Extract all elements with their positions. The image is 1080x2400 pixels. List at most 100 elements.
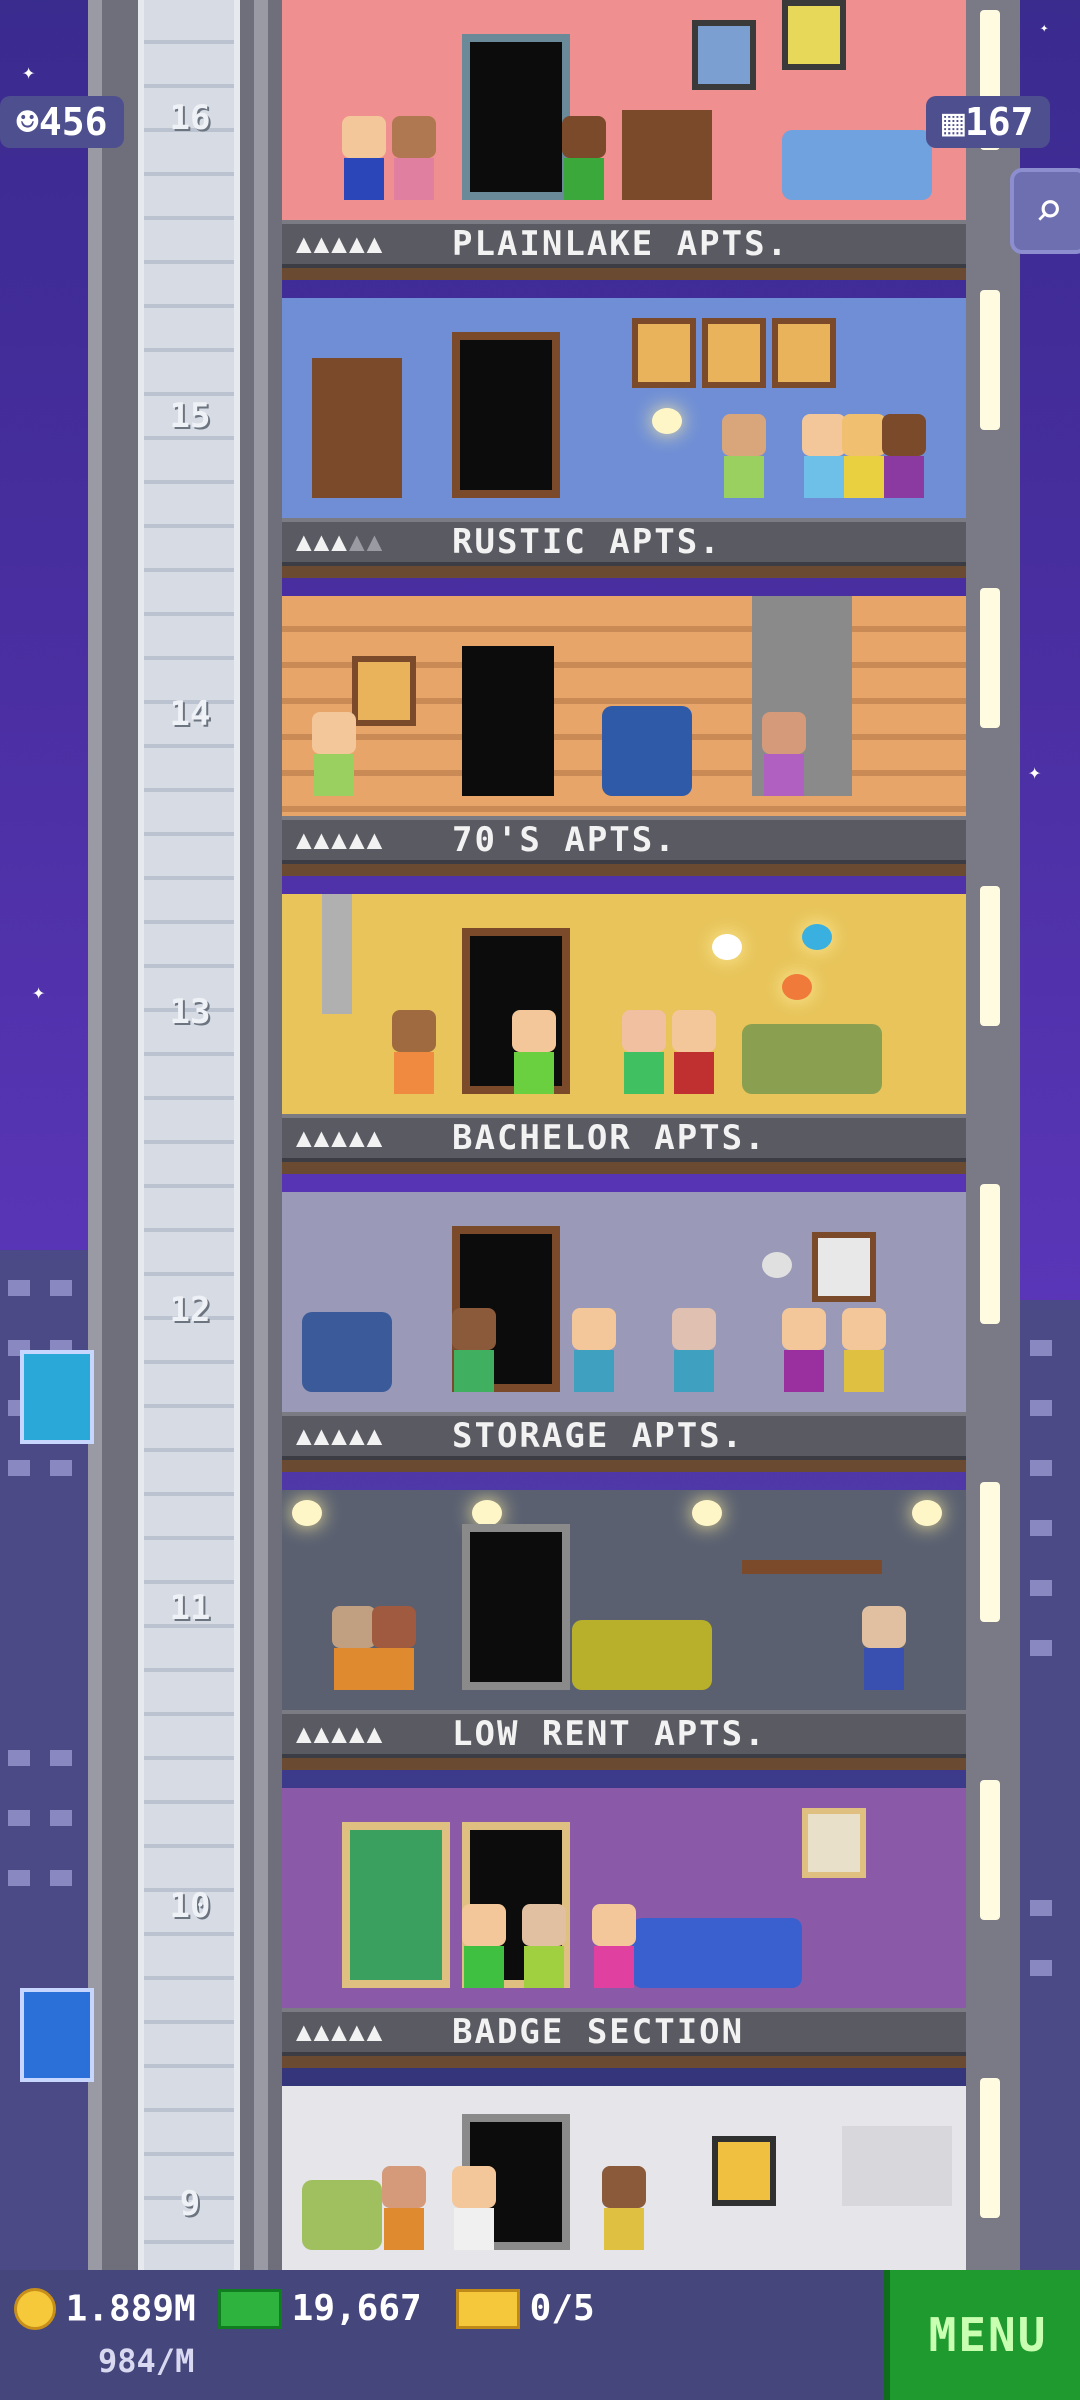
floor-label-bar[interactable]: ▲▲▲▲▲ 70'S APTS.: [282, 816, 966, 864]
resident[interactable]: [392, 1010, 436, 1094]
bookshelf: [622, 110, 712, 200]
door: [462, 1524, 570, 1690]
floor-number: 16: [169, 98, 211, 138]
floor-name: PLAINLAKE APTS.: [452, 224, 790, 264]
floor-label-bar[interactable]: ▲▲▲▲▲ PLAINLAKE APTS.: [282, 220, 966, 268]
resident[interactable]: [452, 2166, 496, 2250]
floor-number: 11: [169, 1588, 211, 1628]
resident[interactable]: [622, 1010, 666, 1094]
floor-15[interactable]: ▲▲▲▲▲ RUSTIC APTS.: [282, 298, 966, 596]
resident[interactable]: [342, 116, 386, 200]
floor-13[interactable]: ▲▲▲▲▲ BACHELOR APTS.: [282, 894, 966, 1192]
resident[interactable]: [862, 1606, 906, 1690]
resident[interactable]: [802, 414, 846, 498]
floor-10[interactable]: ▲▲▲▲▲ BADGE SECTION: [282, 1788, 966, 2086]
floor-stars: ▲▲▲▲▲: [296, 522, 384, 562]
room-interior[interactable]: [282, 596, 966, 816]
resident[interactable]: [312, 712, 356, 796]
floor-number: 13: [169, 992, 211, 1032]
resident[interactable]: [382, 2166, 426, 2250]
resident[interactable]: [562, 116, 606, 200]
floor-name: STORAGE APTS.: [452, 1416, 745, 1456]
bux-icon: [218, 2288, 282, 2329]
ceiling-light: [472, 1500, 502, 1526]
star-icon: ✦: [1028, 760, 1042, 785]
resident[interactable]: [372, 1606, 416, 1690]
floor-14[interactable]: ▲▲▲▲▲ 70'S APTS.: [282, 596, 966, 894]
room-interior[interactable]: [282, 1490, 966, 1710]
magnifier-icon: ⌕: [1034, 182, 1064, 238]
door: [462, 34, 570, 200]
floor-11[interactable]: ▲▲▲▲▲ LOW RENT APTS.: [282, 1490, 966, 1788]
resident[interactable]: [572, 1308, 616, 1392]
coins-display[interactable]: 1.889M: [14, 2288, 196, 2330]
picture-frame: [712, 2136, 776, 2206]
bux-display[interactable]: 19,667: [218, 2288, 422, 2329]
floor-label-bar[interactable]: ▲▲▲▲▲ RUSTIC APTS.: [282, 518, 966, 566]
floor-divider: [282, 2056, 966, 2068]
document-icon[interactable]: [20, 1988, 94, 2082]
floor-number: 14: [169, 694, 211, 734]
floor-number: 10: [169, 1886, 211, 1926]
floor-label-bar[interactable]: ▲▲▲▲▲ LOW RENT APTS.: [282, 1710, 966, 1758]
coins-rate-value: 984/M: [98, 2342, 195, 2380]
tickets-value: 0/5: [529, 2288, 595, 2329]
building-icon: ▦: [942, 100, 965, 144]
resident[interactable]: [592, 1904, 636, 1988]
star-icon: ✦: [22, 60, 36, 85]
armchair: [302, 2180, 382, 2250]
floor-number: 9: [179, 2184, 201, 2224]
elevator-car[interactable]: [138, 0, 240, 2270]
room-interior[interactable]: [282, 0, 966, 220]
population-counter[interactable]: ☻456: [0, 96, 124, 148]
floors-value: 167: [964, 100, 1034, 144]
search-button[interactable]: ⌕: [1010, 168, 1080, 254]
resident[interactable]: [722, 414, 766, 498]
floor-16[interactable]: ▲▲▲▲▲ PLAINLAKE APTS.: [282, 0, 966, 298]
resident[interactable]: [602, 2166, 646, 2250]
floor-stars: ▲▲▲▲▲: [296, 229, 385, 259]
floor-9[interactable]: [282, 2086, 966, 2270]
lamp: [652, 408, 682, 434]
resident[interactable]: [522, 1904, 566, 1988]
coin-icon: [14, 2288, 56, 2330]
resident[interactable]: [672, 1308, 716, 1392]
floor-label-bar[interactable]: ▲▲▲▲▲ STORAGE APTS.: [282, 1412, 966, 1460]
person-icon: ☻: [16, 100, 39, 144]
stove-pipe: [322, 894, 352, 1014]
tickets-display[interactable]: 0/5: [456, 2288, 595, 2329]
resident[interactable]: [672, 1010, 716, 1094]
resident[interactable]: [462, 1904, 506, 1988]
ceiling-light: [292, 1500, 322, 1526]
sofa: [742, 1024, 882, 1094]
room-interior[interactable]: [282, 1788, 966, 2008]
wall-shelf: [742, 1560, 882, 1574]
food-icon[interactable]: [20, 1350, 94, 1444]
room-interior[interactable]: [282, 2086, 966, 2270]
floor-12[interactable]: ▲▲▲▲▲ STORAGE APTS.: [282, 1192, 966, 1490]
door: [462, 646, 554, 796]
room-interior[interactable]: [282, 298, 966, 518]
sofa: [782, 130, 932, 200]
city-background-right: [1020, 0, 1080, 2400]
resident[interactable]: [392, 116, 436, 200]
resident[interactable]: [842, 1308, 886, 1392]
floor-label-bar[interactable]: ▲▲▲▲▲ BADGE SECTION: [282, 2008, 966, 2056]
floors-counter[interactable]: ▦167: [926, 96, 1050, 148]
resident[interactable]: [332, 1606, 376, 1690]
menu-button[interactable]: MENU: [884, 2270, 1080, 2400]
resident[interactable]: [782, 1308, 826, 1392]
room-interior[interactable]: [282, 894, 966, 1114]
resident[interactable]: [842, 414, 886, 498]
floor-name: LOW RENT APTS.: [452, 1714, 767, 1754]
floor-label-bar[interactable]: ▲▲▲▲▲ BACHELOR APTS.: [282, 1114, 966, 1162]
room-interior[interactable]: [282, 1192, 966, 1412]
building-right-wall: [966, 0, 1020, 2270]
floor-divider: [282, 566, 966, 578]
wall-flower-decor: [802, 924, 832, 950]
resident[interactable]: [452, 1308, 496, 1392]
sofa: [572, 1620, 712, 1690]
resident[interactable]: [762, 712, 806, 796]
resident[interactable]: [882, 414, 926, 498]
resident[interactable]: [512, 1010, 556, 1094]
